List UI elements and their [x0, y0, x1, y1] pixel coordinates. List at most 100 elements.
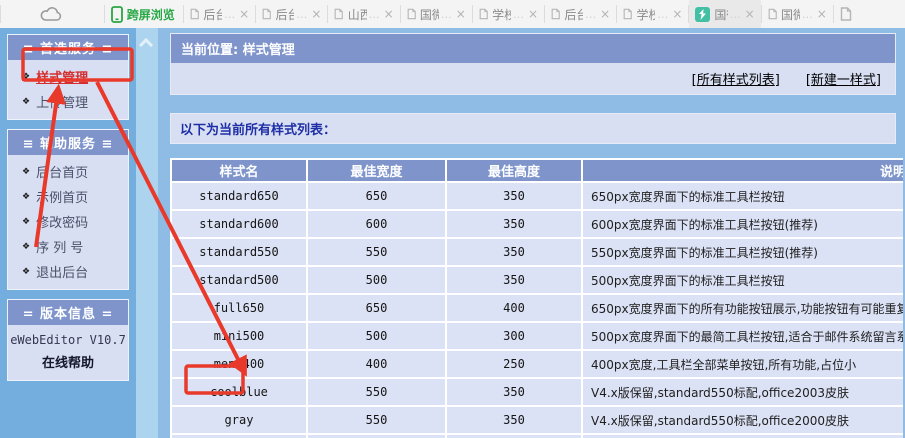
sidebar-collapse-strip[interactable] — [136, 28, 158, 438]
table-row[interactable]: mini500 500 300 500px宽度界面下的最简工具栏按钮,适合于邮件… — [172, 323, 903, 349]
cloud-sync-button[interactable] — [1, 0, 104, 28]
sidebar-item-upload-management[interactable]: ❖ 上传管理 — [8, 89, 128, 114]
sidebar-item-sample-home[interactable]: ❖ 示例首页 — [8, 184, 128, 209]
table-row[interactable]: gray 550 350 V4.x版保留,standard550标配,offic… — [172, 407, 903, 433]
tab-title: 国微 — [420, 6, 439, 23]
table-row[interactable]: menu400 400 250 400px宽度,工具栏全部菜单按钮,所有功能,占… — [172, 351, 903, 377]
styles-table-wrap: 样式名 最佳宽度 最佳高度 说明 standard650 650 350 650… — [170, 158, 903, 438]
tab-close-icon[interactable]: × — [384, 7, 394, 21]
sidebar-item-label: 退出后台 — [36, 262, 88, 281]
tab-title-fade: … — [730, 8, 741, 21]
tab-guowei-3[interactable]: 国微 … × — [762, 0, 833, 28]
tab-partial[interactable] — [834, 0, 905, 28]
width-cell: 550 — [308, 239, 445, 265]
tab-xuexiao-2[interactable]: 学校 … × — [617, 0, 688, 28]
sidebar-item-label: 示例首页 — [36, 187, 88, 206]
tab-title: 山西 — [348, 6, 367, 23]
tab-houtai-3[interactable]: 后台 … × — [545, 0, 616, 28]
tab-xuexiao-1[interactable]: 学校 … × — [473, 0, 544, 28]
sidebar-item-logout[interactable]: ❖ 退出后台 — [8, 259, 128, 284]
sidebar: ≡ 首选服务 ≡ ❖ 样式管理 ❖ 上传管理 ≡ 辅助服务 ≡ ❖ — [0, 28, 136, 438]
height-cell: 350 — [447, 407, 581, 433]
sidebar-item-style-management[interactable]: ❖ 样式管理 — [8, 64, 128, 89]
tab-close-icon[interactable]: × — [456, 7, 466, 21]
description-cell: 500px宽度界面下的最简工具栏按钮,适合于邮件系统留言系统 — [583, 323, 903, 349]
tab-close-icon[interactable]: × — [528, 7, 538, 21]
width-cell: 550 — [308, 379, 445, 405]
main-panel: 当前位置: 样式管理 [所有样式列表] [新建一样式] 以下为当前所有样式列表：… — [158, 28, 905, 438]
col-header-best-width: 最佳宽度 — [308, 160, 445, 181]
style-name-cell: standard600 — [172, 211, 306, 237]
description-cell: 600px宽度界面下的标准工具栏按钮(推荐) — [583, 211, 903, 237]
height-cell: 250 — [447, 351, 581, 377]
sidebar-item-label: 修改密码 — [36, 212, 88, 231]
table-row[interactable]: standard650 650 350 650px宽度界面下的标准工具栏按钮 — [172, 183, 903, 209]
tab-close-icon[interactable]: × — [239, 7, 249, 21]
tab-title-fade: … — [296, 8, 307, 21]
tab-shanxi[interactable]: 山西 … × — [328, 0, 399, 28]
content-area: ≡ 首选服务 ≡ ❖ 样式管理 ❖ 上传管理 ≡ 辅助服务 ≡ ❖ — [0, 28, 905, 438]
style-name-cell: menu400 — [172, 351, 306, 377]
app-window: 跨屏浏览 后台 … × 后台 … × — [0, 0, 905, 438]
page-icon — [407, 7, 416, 21]
table-row[interactable]: full650 650 400 650px宽度界面下的所有功能按钮展示,功能按钮… — [172, 295, 903, 321]
description-cell: 400px宽度,工具栏全部菜单按钮,所有功能,占位小 — [583, 351, 903, 377]
width-cell: 600 — [308, 211, 445, 237]
page-icon — [840, 7, 852, 21]
table-row[interactable]: standard500 500 350 500px宽度界面下的标准工具栏按钮 — [172, 267, 903, 293]
tab-close-icon[interactable]: × — [600, 7, 610, 21]
diamond-bullet-icon: ❖ — [22, 192, 30, 202]
sidebar-section-auxiliary: ≡ 辅助服务 ≡ ❖ 后台首页 ❖ 示例首页 ❖ 修改密码 — [7, 129, 129, 290]
list-title: 以下为当前所有样式列表： — [170, 113, 896, 144]
table-row[interactable]: standard550 550 350 550px宽度界面下的标准工具栏按钮(推… — [172, 239, 903, 265]
online-help-link[interactable]: 在线帮助 — [8, 349, 128, 375]
description-cell: 650px宽度界面下的所有功能按钮展示,功能按钮有可能重复 — [583, 295, 903, 321]
sidebar-item-serial-number[interactable]: ❖ 序 列 号 — [8, 234, 128, 259]
width-cell: 400 — [308, 351, 445, 377]
style-name-cell: gray — [172, 407, 306, 433]
style-name-cell: standard550 — [172, 239, 306, 265]
sidebar-item-label: 样式管理 — [36, 67, 88, 86]
tab-close-icon[interactable]: × — [672, 7, 682, 21]
page-icon — [479, 7, 488, 21]
diamond-bullet-icon: ❖ — [22, 167, 30, 177]
styles-table: 样式名 最佳宽度 最佳高度 说明 standard650 650 350 650… — [170, 158, 903, 438]
page-icon — [334, 7, 343, 21]
tab-title-fade: … — [802, 8, 813, 21]
page-icon — [768, 7, 777, 21]
width-cell: 650 — [308, 295, 445, 321]
tab-cross-screen-browse[interactable]: 跨屏浏览 — [105, 0, 183, 28]
tab-close-icon[interactable]: × — [817, 7, 827, 21]
sidebar-item-backend-home[interactable]: ❖ 后台首页 — [8, 159, 128, 184]
table-row[interactable]: standard600 600 350 600px宽度界面下的标准工具栏按钮(推… — [172, 211, 903, 237]
tab-houtai-2[interactable]: 后台 … × — [256, 0, 327, 28]
all-styles-list-link[interactable]: [所有样式列表] — [692, 69, 780, 88]
height-cell: 350 — [447, 239, 581, 265]
tab-guowei-2-active[interactable]: 国微 … × — [689, 0, 760, 28]
style-name-cell: mini500 — [172, 323, 306, 349]
breadcrumb: 当前位置: 样式管理 — [171, 34, 895, 63]
tab-guowei-1[interactable]: 国微 … × — [401, 0, 472, 28]
sidebar-item-change-password[interactable]: ❖ 修改密码 — [8, 209, 128, 234]
tab-houtai-1[interactable]: 后台 … × — [184, 0, 255, 28]
tab-close-icon[interactable]: × — [311, 7, 321, 21]
page-icon — [262, 7, 271, 21]
height-cell: 350 — [447, 183, 581, 209]
tab-close-icon[interactable]: × — [745, 7, 755, 21]
sidebar-section-primary: ≡ 首选服务 ≡ ❖ 样式管理 ❖ 上传管理 — [7, 34, 129, 120]
link-text: 新建一样式 — [811, 73, 876, 88]
width-cell: 500 — [308, 267, 445, 293]
new-style-link[interactable]: [新建一样式] — [806, 69, 881, 88]
style-name-cell: standard500 — [172, 267, 306, 293]
tab-title: 跨屏浏览 — [127, 6, 175, 23]
description-cell: 550px宽度界面下的标准工具栏按钮(推荐) — [583, 239, 903, 265]
tab-title: 国微 — [714, 6, 727, 23]
tab-title-fade: … — [369, 8, 380, 21]
breadcrumb-box: 当前位置: 样式管理 [所有样式列表] [新建一样式] — [170, 33, 896, 95]
page-icon — [190, 7, 199, 21]
description-cell: V4.x版保留,standard550标配,office2003皮肤 — [583, 379, 903, 405]
table-row-coolblue[interactable]: coolblue 550 350 V4.x版保留,standard550标配,o… — [172, 379, 903, 405]
sidebar-item-label: 后台首页 — [36, 162, 88, 181]
cloud-icon — [40, 7, 64, 22]
col-header-best-height: 最佳高度 — [447, 160, 581, 181]
